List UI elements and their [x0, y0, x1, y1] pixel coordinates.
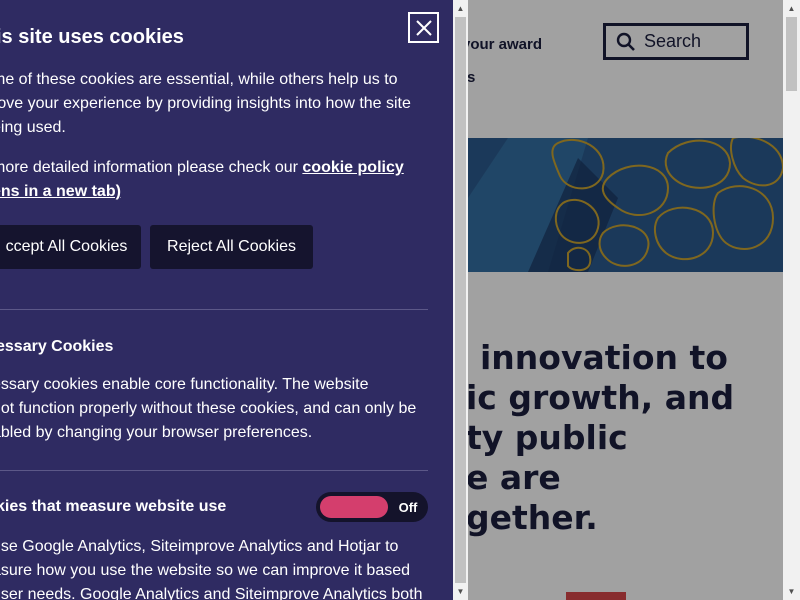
toggle-state-label: Off	[398, 499, 418, 515]
cookie-panel-scrollbar[interactable]: ▲ ▼	[453, 0, 468, 600]
divider	[0, 470, 428, 471]
necessary-cookies-line: essary cookies enable core functionality…	[0, 376, 369, 393]
page-scrollbar[interactable]: ▲ ▼	[783, 0, 800, 600]
cookie-policy-link[interactable]: cookie policy	[302, 159, 403, 176]
accept-all-cookies-button[interactable]: ccept All Cookies	[0, 225, 141, 269]
cookie-policy-link-cont[interactable]: ens in a new tab)	[0, 183, 121, 200]
cookie-panel-title: is site uses cookies	[0, 26, 184, 48]
cookie-intro-line: eing used.	[0, 119, 66, 136]
page-scrollbar-thumb[interactable]	[786, 17, 797, 91]
cookie-intro-line: me of these cookies are essential, while…	[0, 71, 398, 88]
necessary-cookies-title: essary Cookies	[0, 338, 114, 355]
scroll-down-arrow-icon[interactable]: ▼	[783, 583, 800, 600]
close-icon	[415, 19, 432, 36]
scroll-up-arrow-icon[interactable]: ▲	[453, 0, 468, 17]
analytics-cookies-line: asure how you use the website so we can …	[0, 562, 411, 579]
scroll-up-arrow-icon[interactable]: ▲	[783, 0, 800, 17]
reject-all-cookies-button[interactable]: Reject All Cookies	[150, 225, 313, 269]
analytics-cookies-line: user needs. Google Analytics and Siteimp…	[0, 586, 423, 600]
cookie-panel-scrollbar-thumb[interactable]	[455, 17, 466, 583]
cookie-detail-prefix: more detailed information please check o…	[0, 159, 303, 176]
necessary-cookies-line: abled by changing your browser preferenc…	[0, 424, 313, 441]
necessary-cookies-line: not function properly without these cook…	[0, 400, 417, 417]
analytics-cookies-title: kies that measure website use	[0, 498, 227, 515]
cookie-consent-panel: is site uses cookies me of these cookies…	[0, 0, 453, 600]
cookie-policy-link-line2: ens in a new tab)	[0, 180, 121, 204]
analytics-cookies-toggle[interactable]: Off	[316, 492, 428, 522]
divider	[0, 309, 428, 310]
cookie-intro-line: rove your experience by providing insigh…	[0, 95, 411, 112]
close-button[interactable]	[408, 12, 439, 43]
cookie-detail-text: more detailed information please check o…	[0, 156, 404, 180]
analytics-cookies-line: use Google Analytics, Siteimprove Analyt…	[0, 538, 399, 555]
toggle-knob	[320, 496, 388, 518]
scroll-down-arrow-icon[interactable]: ▼	[453, 583, 468, 600]
